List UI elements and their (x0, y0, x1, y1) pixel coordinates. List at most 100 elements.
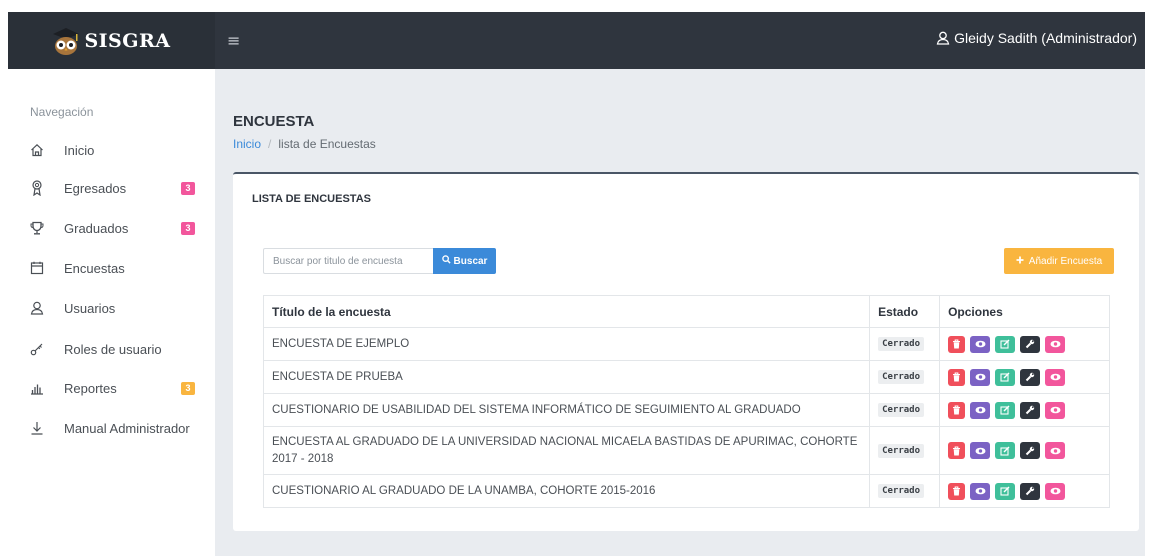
breadcrumb-home-link[interactable]: Inicio (233, 137, 261, 151)
delete-button[interactable] (948, 335, 966, 353)
survey-state-cell: Cerrado (869, 426, 941, 475)
user-menu[interactable]: Gleidy Sadith (Administrador) (936, 30, 1137, 46)
table-row: ENCUESTA DE PRUEBA Cerrado (262, 360, 1110, 394)
surveys-card: LISTA DE ENCUESTAS Buscar Añadir Encuest… (233, 172, 1139, 531)
preview-button[interactable] (1045, 442, 1066, 459)
sidebar-item-reportes[interactable]: Reportes 3 (8, 369, 215, 407)
edit-icon (1000, 339, 1010, 349)
sidebar-item-graduados[interactable]: Graduados 3 (8, 209, 215, 247)
surveys-table: Título de la encuesta Estado Opciones EN… (262, 295, 1110, 508)
preview-button[interactable] (1045, 401, 1066, 419)
sidebar-item-usuarios[interactable]: Usuarios (8, 289, 215, 327)
wrench-icon (1025, 486, 1035, 496)
home-icon (29, 142, 45, 158)
edit-icon (1000, 486, 1010, 496)
delete-button[interactable] (948, 442, 966, 459)
plus-icon (1016, 256, 1024, 267)
preview-button[interactable] (1045, 482, 1066, 500)
user-icon (936, 31, 950, 45)
settings-button[interactable] (1020, 482, 1041, 500)
survey-state-cell: Cerrado (869, 474, 941, 508)
preview-button[interactable] (1045, 335, 1066, 353)
survey-title: ENCUESTA DE EJEMPLO (262, 327, 871, 361)
delete-button[interactable] (948, 401, 966, 419)
user-icon (29, 300, 45, 316)
eye-icon (975, 406, 986, 414)
settings-button[interactable] (1020, 335, 1041, 353)
app-frame: SISGRA ≡ Gleidy Sadith (Administrador) N… (8, 12, 1145, 556)
survey-state-cell: Cerrado (869, 393, 941, 427)
settings-button[interactable] (1020, 442, 1041, 459)
trash-icon (952, 486, 961, 496)
breadcrumb-separator: / (268, 137, 272, 151)
eye-icon (975, 447, 986, 455)
status-badge: Cerrado (878, 443, 925, 458)
count-badge: 3 (181, 381, 195, 395)
survey-options-cell (939, 426, 1110, 475)
breadcrumb-current: lista de Encuestas (278, 137, 376, 151)
survey-state-cell: Cerrado (869, 327, 941, 361)
sidebar-item-manual[interactable]: Manual Administrador (8, 409, 215, 447)
trash-icon (952, 445, 961, 456)
search-button[interactable]: Buscar (433, 248, 496, 274)
menu-toggle-icon[interactable]: ≡ (227, 31, 240, 50)
edit-icon (1000, 446, 1010, 456)
column-header-title: Título de la encuesta (262, 295, 871, 328)
sidebar-item-label: Roles de usuario (64, 341, 162, 357)
trash-icon (952, 339, 961, 349)
sidebar-item-inicio[interactable]: Inicio (8, 131, 215, 169)
table-row: ENCUESTA AL GRADUADO DE LA UNIVERSIDAD N… (262, 426, 1110, 475)
table-row: CUESTIONARIO DE USABILIDAD DEL SISTEMA I… (262, 393, 1110, 427)
add-survey-button[interactable]: Añadir Encuesta (1004, 248, 1114, 274)
count-badge: 3 (181, 181, 195, 195)
edit-button[interactable] (995, 335, 1016, 353)
sidebar-item-label: Usuarios (64, 300, 116, 316)
settings-button[interactable] (1020, 368, 1041, 386)
delete-button[interactable] (948, 482, 966, 500)
delete-button[interactable] (948, 368, 966, 386)
status-badge: Cerrado (878, 370, 925, 384)
view-button[interactable] (970, 401, 991, 419)
view-button[interactable] (970, 482, 991, 500)
sidebar-item-label: Graduados (64, 220, 129, 236)
sidebar-item-label: Manual Administrador (64, 420, 190, 436)
brand[interactable]: SISGRA (8, 12, 215, 69)
eye-icon (975, 340, 986, 348)
eye-icon (1050, 406, 1061, 414)
breadcrumb: Inicio / lista de Encuestas (233, 137, 376, 151)
brand-name: SISGRA (84, 29, 171, 52)
survey-title: ENCUESTA AL GRADUADO DE LA UNIVERSIDAD N… (262, 426, 871, 475)
count-badge: 3 (181, 221, 195, 235)
survey-options-cell (939, 393, 1110, 427)
edit-button[interactable] (995, 482, 1016, 500)
survey-options-cell (939, 360, 1110, 394)
user-name: Gleidy Sadith (Administrador) (954, 30, 1137, 46)
edit-button[interactable] (995, 442, 1016, 459)
eye-icon (1050, 487, 1061, 495)
search-icon (441, 255, 451, 267)
sidebar-item-egresados[interactable]: Egresados 3 (8, 169, 215, 207)
table-row: CUESTIONARIO AL GRADUADO DE LA UNAMBA, C… (262, 474, 1110, 508)
settings-button[interactable] (1020, 401, 1041, 419)
survey-title: CUESTIONARIO DE USABILIDAD DEL SISTEMA I… (262, 393, 871, 427)
preview-button[interactable] (1045, 368, 1066, 386)
view-button[interactable] (970, 442, 991, 459)
survey-options-cell (939, 474, 1110, 508)
eye-icon (975, 487, 986, 495)
view-button[interactable] (970, 335, 991, 353)
eye-icon (1050, 340, 1061, 348)
search-button-label: Buscar (453, 255, 488, 267)
sidebar-item-roles[interactable]: Roles de usuario (8, 330, 215, 368)
trophy-icon (29, 220, 45, 236)
sidebar-item-label: Encuestas (64, 260, 125, 276)
search-input[interactable] (263, 248, 433, 274)
edit-icon (1000, 372, 1010, 382)
edit-button[interactable] (995, 368, 1016, 386)
edit-button[interactable] (995, 401, 1016, 419)
survey-title: ENCUESTA DE PRUEBA (262, 360, 871, 394)
sidebar-item-label: Inicio (64, 142, 95, 158)
view-button[interactable] (970, 368, 991, 386)
status-badge: Cerrado (878, 337, 925, 351)
sidebar-item-encuestas[interactable]: Encuestas (8, 249, 215, 287)
column-header-state: Estado (869, 295, 941, 328)
